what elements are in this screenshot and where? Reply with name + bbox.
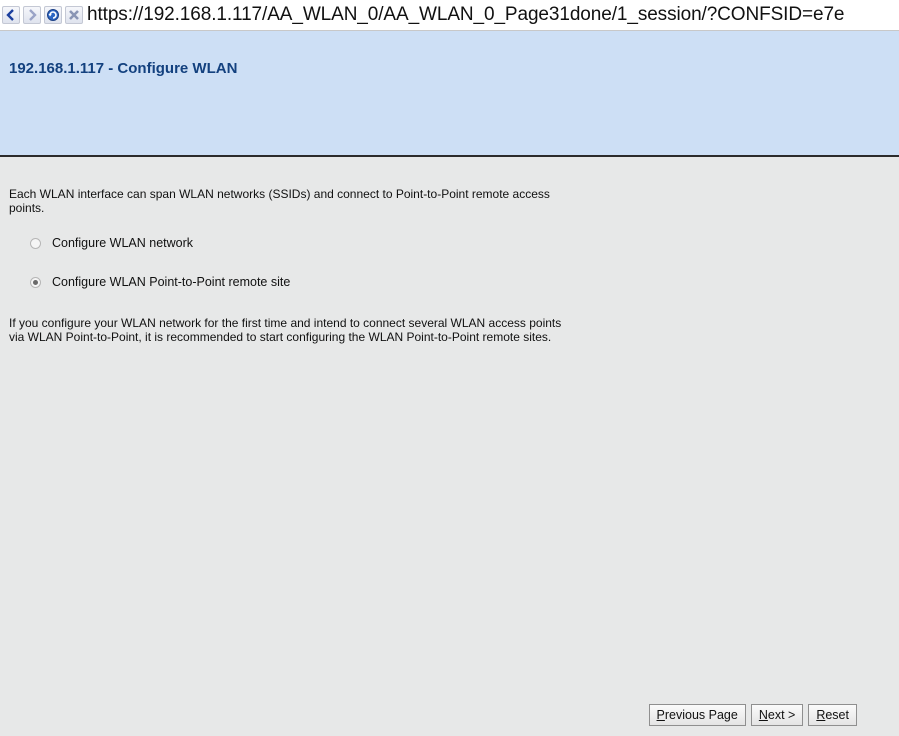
option-label: Configure WLAN Point-to-Point remote sit… — [52, 275, 291, 289]
recommendation-note: If you configure your WLAN network for t… — [9, 316, 562, 344]
refresh-icon[interactable] — [44, 6, 62, 24]
stop-icon[interactable] — [65, 6, 83, 24]
radio-configure-p2p-remote-site[interactable] — [30, 276, 41, 288]
browser-toolbar: https://192.168.1.117/AA_WLAN_0/AA_WLAN_… — [0, 0, 899, 31]
page-title: 192.168.1.117 - Configure WLAN — [9, 60, 238, 77]
option-configure-wlan-network[interactable]: Configure WLAN network — [30, 236, 193, 250]
next-button[interactable]: Next > — [750, 704, 804, 726]
intro-text: Each WLAN interface can span WLAN networ… — [9, 187, 550, 215]
back-arrow-icon[interactable] — [2, 6, 20, 24]
wizard-buttons: Previous Page Next > Reset — [648, 704, 857, 726]
option-label: Configure WLAN network — [52, 236, 194, 250]
address-bar-url[interactable]: https://192.168.1.117/AA_WLAN_0/AA_WLAN_… — [87, 4, 844, 26]
previous-page-button[interactable]: Previous Page — [648, 704, 746, 726]
reset-button[interactable]: Reset — [808, 704, 857, 726]
option-configure-p2p-remote-site[interactable]: Configure WLAN Point-to-Point remote sit… — [30, 275, 290, 289]
radio-configure-wlan-network[interactable] — [30, 237, 41, 249]
page-header: 192.168.1.117 - Configure WLAN — [0, 31, 899, 157]
forward-arrow-icon[interactable] — [23, 6, 41, 24]
